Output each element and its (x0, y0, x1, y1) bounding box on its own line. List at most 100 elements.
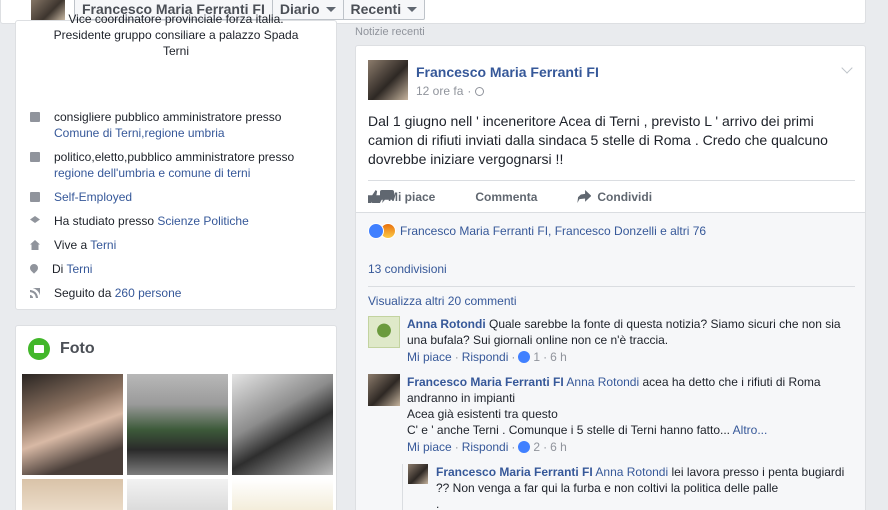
city-link[interactable]: Terni (90, 238, 116, 252)
comment-body: Francesco Maria Ferranti FI Anna Rotondi… (436, 464, 846, 510)
comment-author[interactable]: Francesco Maria Ferranti FI (436, 465, 593, 479)
see-more-link[interactable]: Altro... (730, 423, 768, 437)
post-time[interactable]: 12 ore fa (416, 84, 463, 98)
comment-text: Acea già esistenti tra questo (407, 407, 558, 421)
comment-time[interactable]: 6 h (550, 349, 567, 365)
comment-footer: Mi piace · Rispondi · 2 · 6 h (407, 439, 567, 455)
mention-link[interactable]: Anna Rotondi (595, 465, 668, 479)
info-text: Seguito da (54, 286, 115, 300)
post-author[interactable]: Francesco Maria Ferranti FI (416, 64, 599, 80)
comment-reply-button[interactable]: Rispondi (462, 349, 509, 365)
home-icon (30, 240, 40, 250)
followers-link[interactable]: 260 persone (115, 286, 182, 300)
self-employed-link[interactable]: Self-Employed (54, 189, 132, 205)
comment-reply-button[interactable]: Rispondi (462, 439, 509, 455)
photo-thumbnail[interactable] (127, 479, 228, 510)
comment-body: Anna Rotondi Quale sarebbe la fonte di q… (407, 316, 847, 365)
info-text: consigliere pubblico amministratore pres… (54, 110, 282, 124)
chevron-down-icon (407, 6, 418, 12)
reply-thread-line (402, 464, 403, 510)
info-text: Vive a (54, 238, 91, 252)
comment-like-button[interactable]: Mi piace (407, 439, 452, 455)
post-card: Francesco Maria Ferranti FI 12 ore fa · … (355, 45, 866, 510)
photos-title[interactable]: Foto (60, 340, 95, 358)
section-label: Notizie recenti (355, 26, 425, 38)
share-icon (577, 190, 592, 203)
bio-line: Presidente gruppo consiliare a palazzo S… (53, 28, 299, 42)
like-button[interactable]: Mi piace (368, 190, 435, 204)
photo-grid (22, 374, 333, 510)
comment-author[interactable]: Anna Rotondi (407, 317, 486, 331)
info-from: Di Terni (28, 261, 328, 277)
like-reaction-icon (518, 351, 531, 363)
photos-header: Foto (16, 326, 336, 372)
info-text: Ha studiato presso (54, 214, 158, 228)
work-link[interactable]: Comune di Terni,regione umbria (54, 126, 225, 140)
comment-like-count[interactable]: 2 (533, 439, 540, 455)
briefcase-icon (30, 112, 40, 122)
location-pin-icon (28, 262, 40, 274)
like-label: Mi piace (388, 189, 436, 204)
photo-thumbnail[interactable] (22, 479, 123, 510)
view-more-comments[interactable]: Visualizza altri 20 commenti (368, 294, 517, 308)
info-work-1: consigliere pubblico amministratore pres… (28, 109, 328, 141)
post-meta: 12 ore fa · (416, 84, 485, 98)
info-followers: Seguito da 260 persone (28, 285, 328, 301)
comment-like-count[interactable]: 1 (533, 349, 540, 365)
share-label: Condividi (597, 189, 653, 204)
shares-count[interactable]: 13 condivisioni (368, 262, 447, 276)
comment-like-button[interactable]: Mi piace (407, 349, 452, 365)
mention-link[interactable]: Anna Rotondi (566, 375, 639, 389)
post-text: Dal 1 giugno nell ' inceneritore Acea di… (368, 113, 828, 167)
comment-text: . (436, 497, 440, 510)
globe-icon[interactable] (475, 86, 485, 96)
photos-card: Foto (15, 325, 337, 510)
reactions-text[interactable]: Francesco Maria Ferranti FI, Francesco D… (400, 224, 706, 238)
bio-line: Vice coordinatore provinciale forza ital… (68, 12, 284, 26)
bio: Vice coordinatore provinciale forza ital… (16, 11, 336, 59)
comment-text: C' e ' anche Terni . Comunque i 5 stelle… (407, 423, 730, 437)
divider (368, 286, 855, 287)
photo-thumbnail[interactable] (127, 374, 228, 475)
separator: · (467, 84, 472, 98)
info-work-2: politico,eletto,pubblico amministratore … (28, 149, 328, 181)
photo-thumbnail[interactable] (232, 374, 333, 475)
comment-label: Commenta (475, 189, 538, 204)
info-education: Ha studiato presso Scienze Politiche (28, 213, 328, 229)
info-self-employed: Self-Employed (28, 189, 328, 205)
work-link[interactable]: regione dell'umbria e comune di terni (54, 166, 250, 180)
intro-card: Vice coordinatore provinciale forza ital… (15, 12, 337, 310)
avatar[interactable] (408, 464, 428, 484)
tab-recenti[interactable]: Recenti (344, 0, 425, 19)
avatar[interactable] (368, 60, 408, 100)
info-lives: Vive a Terni (28, 237, 328, 253)
info-list: consigliere pubblico amministratore pres… (28, 109, 328, 309)
photo-thumbnail[interactable] (232, 479, 333, 510)
comment-time[interactable]: 6 h (550, 439, 567, 455)
share-button[interactable]: Condividi (577, 190, 652, 204)
comment-footer: Mi piace · Rispondi · 1 · 6 h (407, 349, 567, 365)
thumbs-up-icon (368, 190, 382, 203)
photo-icon (28, 338, 50, 360)
briefcase-icon (30, 192, 40, 202)
bio-line: Terni (162, 44, 189, 58)
comment-author[interactable]: Francesco Maria Ferranti FI (407, 375, 564, 389)
avatar[interactable] (368, 374, 400, 406)
briefcase-icon (30, 152, 40, 162)
hometown-link[interactable]: Terni (66, 262, 92, 276)
graduation-cap-icon (30, 216, 40, 223)
chevron-down-icon[interactable] (841, 62, 853, 74)
comment-body: Francesco Maria Ferranti FI Anna Rotondi… (407, 374, 847, 455)
comment-button[interactable]: Commenta (380, 189, 538, 204)
photo-thumbnail[interactable] (22, 374, 123, 475)
post-actions: Mi piace Commenta Condividi (368, 180, 855, 212)
info-text: Di (52, 262, 67, 276)
tab-label: Recenti (350, 1, 402, 17)
followers-icon (30, 288, 40, 298)
like-reaction-icon (518, 441, 531, 453)
like-reaction-icon (368, 223, 384, 239)
school-link[interactable]: Scienze Politiche (157, 214, 248, 228)
reactions-summary[interactable]: Francesco Maria Ferranti FI, Francesco D… (368, 223, 706, 239)
avatar[interactable] (368, 316, 400, 348)
info-text: politico,eletto,pubblico amministratore … (54, 150, 295, 164)
